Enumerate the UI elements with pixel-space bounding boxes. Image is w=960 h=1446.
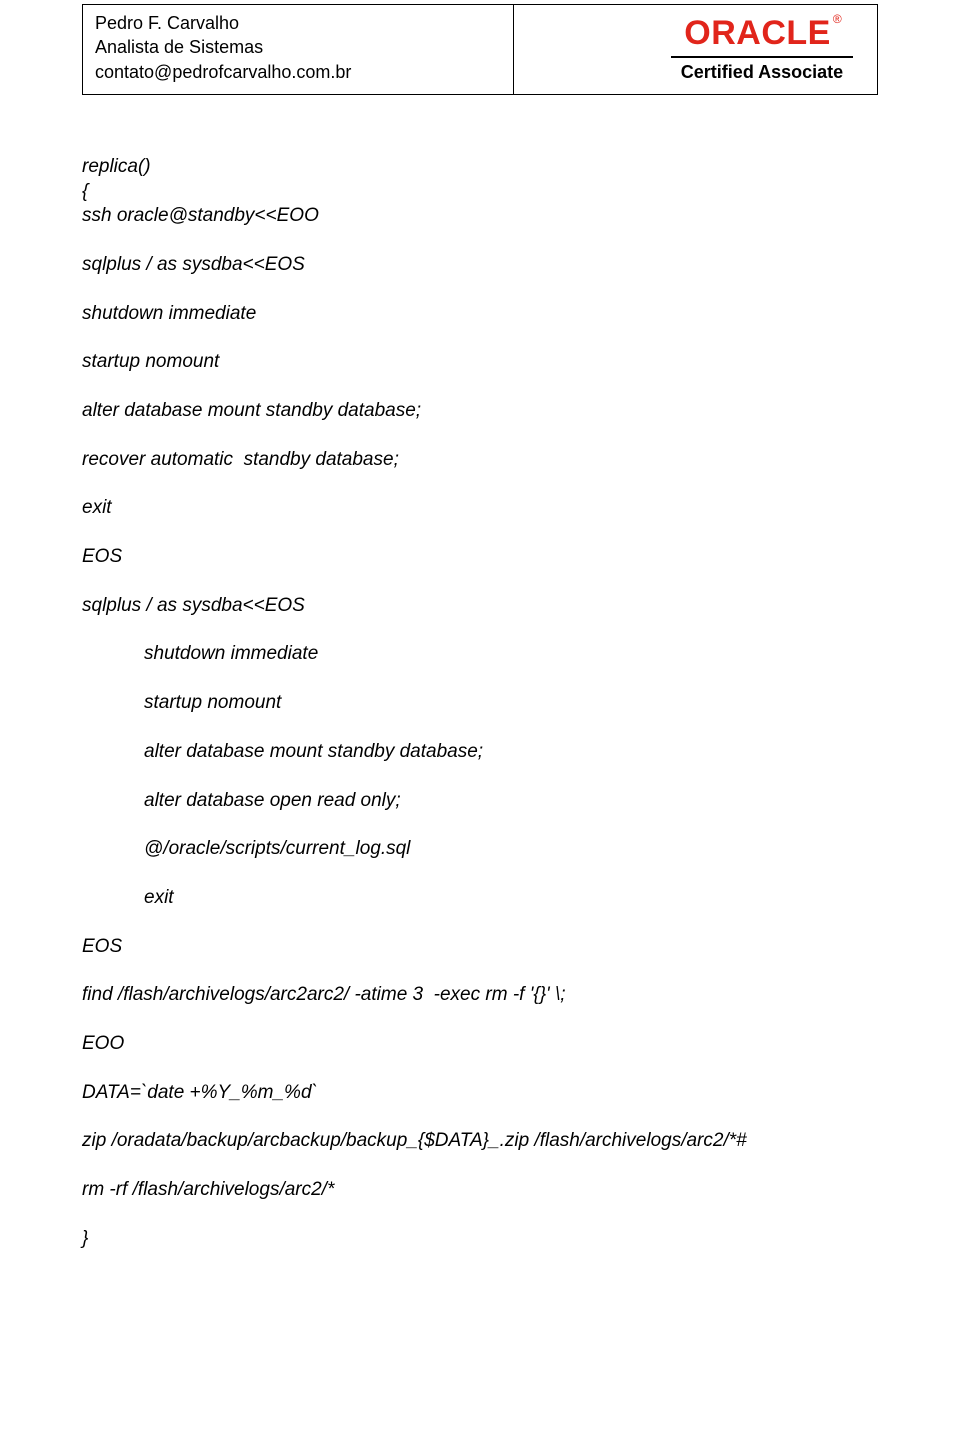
author-box: Pedro F. Carvalho Analista de Sistemas c…	[82, 4, 514, 95]
code-line: exit	[82, 886, 878, 911]
code-line: alter database open read only;	[82, 789, 878, 814]
oracle-logo: ORACLE®	[684, 16, 839, 50]
code-line: find /flash/archivelogs/arc2arc2/ -atime…	[82, 983, 878, 1008]
code-line: sqlplus / as sysdba<<EOS	[82, 594, 878, 619]
code-block: replica() { ssh oracle@standby<<EOO sqlp…	[0, 95, 960, 1252]
code-line: {	[82, 180, 878, 205]
code-line: shutdown immediate	[82, 302, 878, 327]
page-header: Pedro F. Carvalho Analista de Sistemas c…	[0, 0, 960, 95]
code-line: @/oracle/scripts/current_log.sql	[82, 837, 878, 862]
code-line: zip /oradata/backup/arcbackup/backup_{$D…	[82, 1129, 878, 1154]
badge-subtitle: Certified Associate	[681, 62, 843, 83]
code-line: alter database mount standby database;	[82, 740, 878, 765]
code-line: exit	[82, 496, 878, 521]
code-line: shutdown immediate	[82, 642, 878, 667]
code-line: startup nomount	[82, 350, 878, 375]
badge-box: ORACLE® Certified Associate	[514, 4, 878, 95]
code-line: ssh oracle@standby<<EOO	[82, 204, 878, 229]
oracle-badge: ORACLE® Certified Associate	[671, 16, 853, 83]
registered-icon: ®	[833, 12, 842, 26]
code-line: }	[82, 1227, 878, 1252]
code-line: rm -rf /flash/archivelogs/arc2/*	[82, 1178, 878, 1203]
code-line: sqlplus / as sysdba<<EOS	[82, 253, 878, 278]
author-name: Pedro F. Carvalho	[95, 11, 501, 35]
code-line: recover automatic standby database;	[82, 448, 878, 473]
badge-rule	[671, 56, 853, 58]
oracle-word: ORACLE	[684, 14, 831, 52]
code-line: EOS	[82, 545, 878, 570]
author-email: contato@pedrofcarvalho.com.br	[95, 60, 501, 84]
code-line: startup nomount	[82, 691, 878, 716]
code-line: replica()	[82, 155, 878, 180]
code-line: DATA=`date +%Y_%m_%d`	[82, 1081, 878, 1106]
author-title: Analista de Sistemas	[95, 35, 501, 59]
code-line: EOO	[82, 1032, 878, 1057]
code-line: alter database mount standby database;	[82, 399, 878, 424]
code-line: EOS	[82, 935, 878, 960]
